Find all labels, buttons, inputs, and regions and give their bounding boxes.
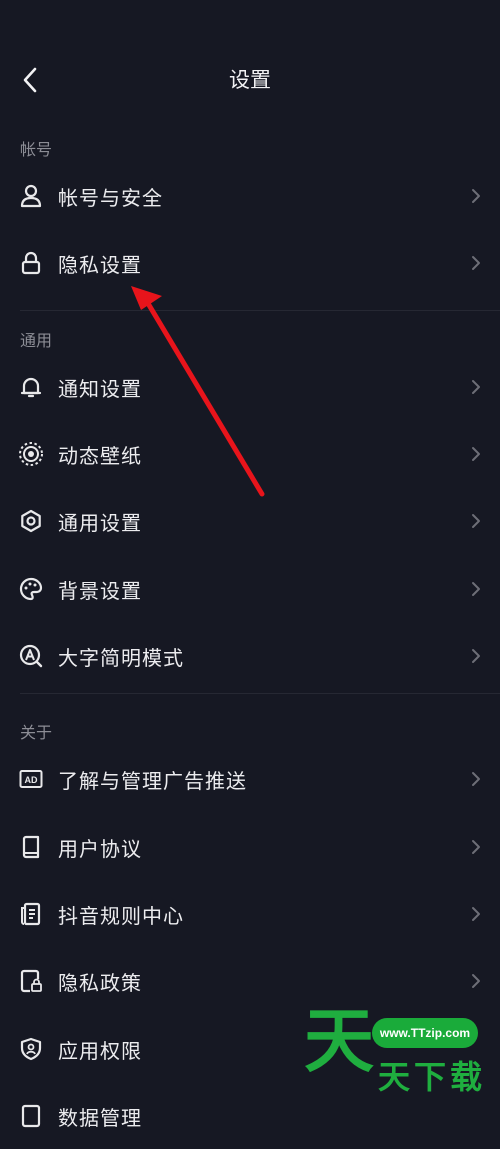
menu-item-background-settings[interactable]: 背景设置 (0, 556, 500, 622)
menu-item-rules-center[interactable]: 抖音规则中心 (0, 881, 500, 947)
bell-icon (18, 374, 44, 400)
chevron-right-icon (472, 582, 480, 596)
menu-item-ad-management[interactable]: AD 了解与管理广告推送 (0, 746, 500, 812)
wallpaper-icon (18, 441, 44, 467)
watermark-text: 天下载 (378, 1058, 487, 1096)
chevron-right-icon (472, 907, 480, 921)
user-icon (18, 183, 44, 209)
menu-item-user-agreement[interactable]: 用户协议 (0, 814, 500, 880)
menu-item-label: 大字简明模式 (58, 645, 184, 670)
menu-item-label: 通用设置 (58, 510, 142, 535)
palette-icon (18, 576, 44, 602)
chevron-right-icon (472, 514, 480, 528)
section-divider (20, 310, 500, 311)
menu-item-label: 了解与管理广告推送 (58, 768, 247, 793)
large-font-icon (18, 643, 44, 669)
watermark-url: www.TTzip.com (372, 1018, 478, 1048)
chevron-right-icon (472, 974, 480, 988)
section-header-general: 通用 (20, 331, 53, 350)
menu-item-label: 背景设置 (58, 578, 142, 603)
menu-item-large-font-mode[interactable]: 大字简明模式 (0, 623, 500, 689)
chevron-right-icon (472, 380, 480, 394)
book-icon (18, 834, 44, 860)
menu-item-label: 帐号与安全 (58, 185, 163, 210)
menu-item-label: 用户协议 (58, 836, 142, 861)
chevron-right-icon (472, 649, 480, 663)
gear-icon (18, 508, 44, 534)
privacy-policy-icon (18, 968, 44, 994)
watermark-big-char: 天 (304, 1000, 374, 1082)
shield-icon (18, 1036, 44, 1062)
menu-item-privacy-settings[interactable]: 隐私设置 (0, 230, 500, 296)
menu-item-account-security[interactable]: 帐号与安全 (0, 163, 500, 229)
header: 设置 (0, 0, 500, 160)
ad-icon: AD (18, 766, 44, 792)
svg-text:AD: AD (25, 775, 38, 785)
chevron-right-icon (472, 772, 480, 786)
menu-item-label: 隐私设置 (58, 252, 142, 277)
lock-icon (18, 250, 44, 276)
menu-item-privacy-policy[interactable]: 隐私政策 (0, 948, 500, 1014)
menu-item-label: 数据管理 (58, 1105, 142, 1130)
chevron-right-icon (472, 189, 480, 203)
document-icon (18, 901, 44, 927)
section-header-account: 帐号 (20, 140, 53, 159)
section-header-about: 关于 (20, 723, 53, 742)
data-icon (18, 1103, 44, 1129)
section-divider (20, 693, 500, 694)
chevron-right-icon (472, 256, 480, 270)
menu-item-label: 隐私政策 (58, 970, 142, 995)
menu-item-label: 通知设置 (58, 376, 142, 401)
chevron-right-icon (472, 447, 480, 461)
chevron-right-icon (472, 840, 480, 854)
menu-item-label: 应用权限 (58, 1038, 142, 1063)
menu-item-dynamic-wallpaper[interactable]: 动态壁纸 (0, 421, 500, 487)
menu-item-general-settings[interactable]: 通用设置 (0, 488, 500, 554)
watermark: 天 www.TTzip.com 天下载 (298, 1006, 500, 1111)
menu-item-label: 动态壁纸 (58, 443, 142, 468)
menu-item-notification-settings[interactable]: 通知设置 (0, 354, 500, 420)
menu-item-label: 抖音规则中心 (58, 903, 184, 928)
page-title: 设置 (229, 68, 271, 92)
